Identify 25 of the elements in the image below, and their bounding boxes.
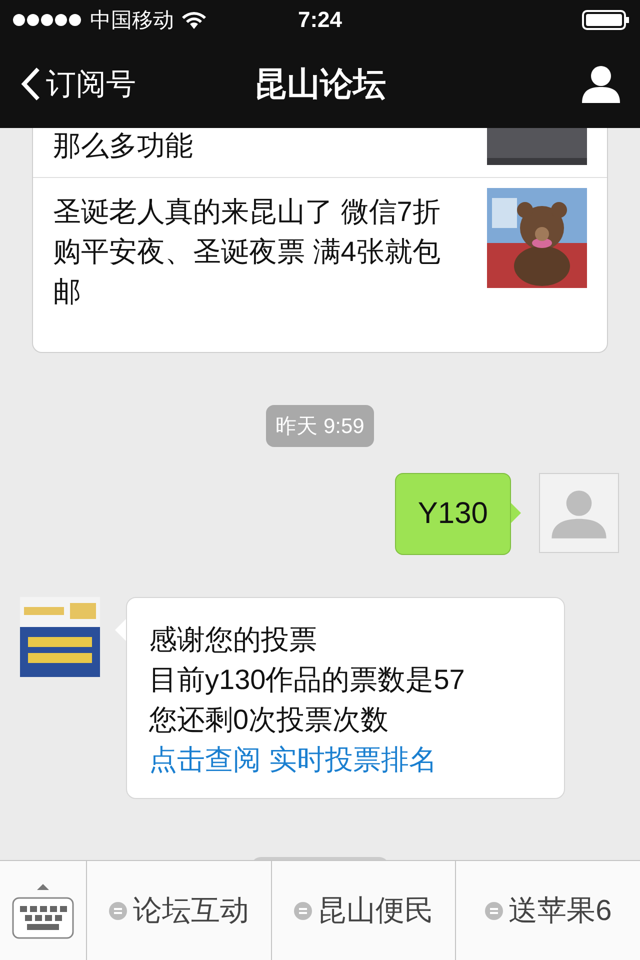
article-title[interactable]: 那么多功能 bbox=[53, 128, 463, 164]
menu-icon bbox=[108, 902, 127, 920]
back-button[interactable]: 订阅号 bbox=[20, 64, 136, 104]
carrier-name: 中国移动 bbox=[90, 8, 174, 34]
avatar-icon bbox=[539, 473, 619, 553]
menu-icon bbox=[294, 902, 312, 920]
profile-icon[interactable] bbox=[582, 65, 620, 103]
menu-item[interactable]: 昆山便民 bbox=[270, 861, 456, 960]
clock-time: 7:24 bbox=[298, 7, 342, 32]
chevron-left-icon bbox=[20, 66, 42, 102]
received-message: 感谢您的投票 目前y130作品的票数是57 您还剩0次投票次数 点击查阅 实时投票排名 bbox=[126, 597, 565, 799]
wifi-icon bbox=[182, 11, 206, 29]
battery-icon bbox=[582, 10, 630, 30]
bubble-tail bbox=[511, 503, 521, 523]
menu-icon bbox=[484, 902, 503, 920]
sent-message: Y130 bbox=[394, 473, 511, 555]
keyboard-icon bbox=[11, 882, 75, 940]
menu-item[interactable]: 论坛互动 bbox=[87, 861, 271, 960]
menu-item[interactable]: 送苹果6 bbox=[455, 861, 640, 960]
signal-icon bbox=[12, 13, 82, 27]
timestamp: 昨天 9:59 bbox=[266, 405, 374, 447]
nav-title: 昆山论坛 bbox=[254, 64, 386, 102]
article-title[interactable]: 圣诞老人真的来昆山了 微信7折购平安夜、圣诞夜票 满4张就包邮 bbox=[53, 192, 463, 312]
vote-ranking-link[interactable]: 点击查阅 实时投票排名 bbox=[149, 744, 437, 775]
bubble-tail bbox=[115, 619, 126, 641]
